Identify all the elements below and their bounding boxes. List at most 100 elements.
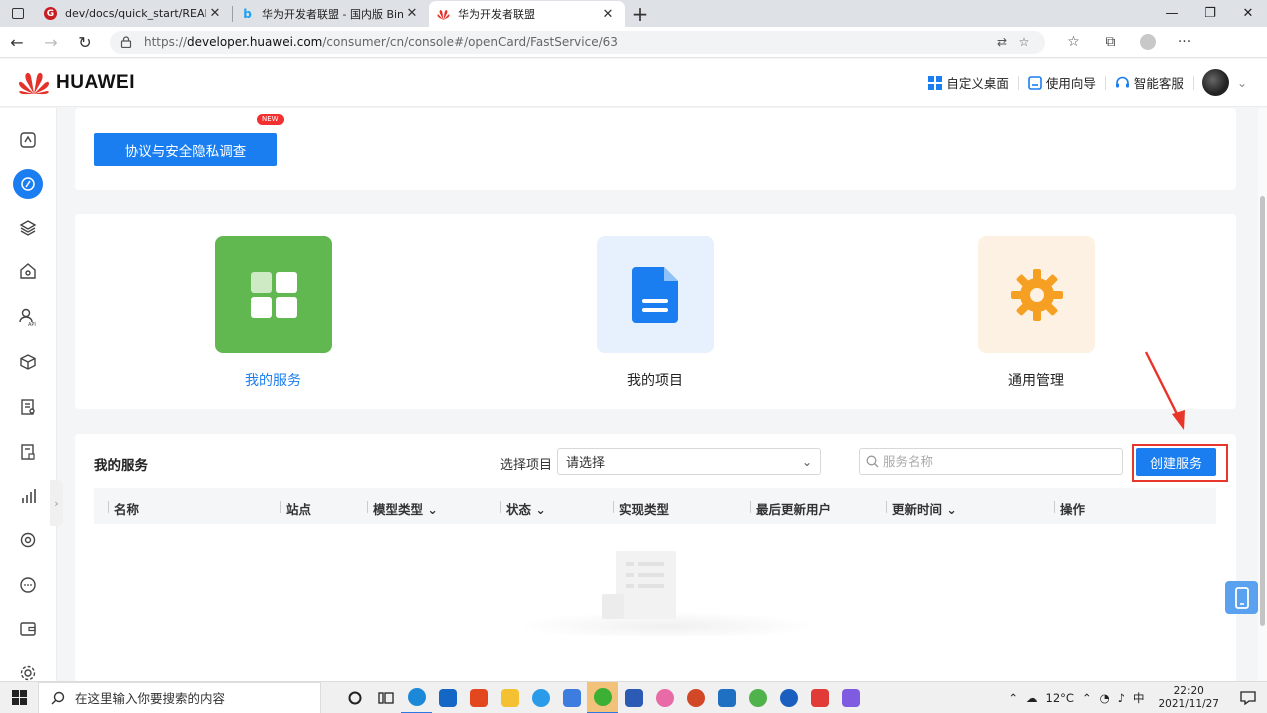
volume-icon[interactable]: ♪ [1114,691,1129,705]
wechat-icon[interactable] [587,681,618,713]
my-projects-tile[interactable] [597,236,714,353]
taskbar-clock[interactable]: 22:20 2021/11/27 [1148,685,1229,711]
scrollbar-thumb[interactable] [1260,196,1265,626]
sidebar-item-wallet[interactable] [16,617,40,641]
sidebar-item-services[interactable] [13,169,43,199]
sidebar-item-reports[interactable] [16,395,40,419]
cortana-icon[interactable] [339,682,370,713]
col-impl-type[interactable]: 实现类型 [613,499,669,518]
tab-close-icon[interactable]: ✕ [599,7,617,22]
service-search-input[interactable] [883,454,1103,469]
col-actions[interactable]: 操作 [1054,499,1085,518]
my-services-label[interactable]: 我的服务 [173,370,373,390]
chevron-down-icon[interactable]: ⌄ [1237,76,1247,90]
sidebar-item-home[interactable] [16,128,40,152]
wallet-icon [20,622,36,636]
browser-toolbar: ← → ↻ https://developer.huawei.com/consu… [0,27,1267,58]
close-window-icon[interactable]: ✕ [1229,0,1267,27]
col-name[interactable]: 名称 [108,499,139,518]
music-app-icon[interactable] [742,682,773,713]
favorite-star-icon[interactable]: ☆ [1013,35,1035,49]
browser-tab-huawei[interactable]: 华为开发者联盟 ✕ [429,1,625,27]
powerpoint-icon[interactable] [680,682,711,713]
tab-title: 华为开发者联盟 [458,8,535,21]
photos-icon[interactable] [711,682,742,713]
smart-service-link[interactable]: 智能客服 [1106,75,1194,91]
sidebar-item-hub[interactable] [16,259,40,283]
office-icon[interactable] [463,682,494,713]
col-last-user[interactable]: 最后更新用户 [750,499,831,518]
ie-icon[interactable] [525,682,556,713]
user-avatar[interactable] [1201,69,1229,96]
windows-start-icon[interactable] [0,690,38,705]
drive-icon[interactable] [556,682,587,713]
weather-icon[interactable]: ☁ [1022,691,1042,705]
col-model-type[interactable]: 模型类型 ⌄ [367,499,438,518]
grid-apps-icon [250,271,297,318]
headset-icon [1115,76,1130,90]
word-icon[interactable] [618,682,649,713]
service-search[interactable] [859,448,1123,475]
sidebar-item-api[interactable]: API [16,305,40,329]
weather-temp[interactable]: 12°C [1042,691,1078,705]
ime-icon[interactable]: 中 [1129,690,1149,706]
profile-icon[interactable] [1129,34,1166,50]
back-icon[interactable]: ← [0,27,34,58]
general-management-label[interactable]: 通用管理 [936,370,1136,390]
chevron-down-icon: ⌄ [801,454,812,469]
browser-tab-strip: G dev/docs/quick_start/README.m ✕ b 华为开发… [0,0,1267,27]
survey-button[interactable]: 协议与安全隐私调查 [94,133,277,166]
sidebar-item-package[interactable] [16,350,40,374]
mail-icon[interactable] [432,682,463,713]
browser-tab-gitee[interactable]: G dev/docs/quick_start/README.m ✕ [36,0,232,27]
huawei-logo[interactable]: HUAWEI [18,71,135,95]
notification-icon[interactable] [1229,690,1267,705]
url-prefix: https:// [144,35,188,49]
more-icon[interactable]: ··· [1166,34,1203,50]
forward-icon[interactable]: → [34,27,68,58]
tab-close-icon[interactable]: ✕ [403,6,421,21]
refresh-icon[interactable]: ↻ [68,27,102,58]
paint-icon[interactable] [649,682,680,713]
clock-date: 2021/11/27 [1158,697,1219,710]
floating-phone-button[interactable] [1225,581,1258,614]
phone-link-icon[interactable] [773,682,804,713]
edge-browser-icon[interactable] [401,682,432,713]
sidebar-item-support[interactable] [16,528,40,552]
taskbar-search[interactable]: 在这里输入你要搜索的内容 [38,681,321,713]
network-icon[interactable]: ◔ [1096,691,1114,705]
sidebar-item-analytics[interactable] [16,484,40,508]
col-status[interactable]: 状态 ⌄ [500,499,546,518]
general-management-tile[interactable] [978,236,1095,353]
new-tab-icon[interactable]: + [625,2,655,26]
my-services-tile[interactable] [215,236,332,353]
page-scrollbar[interactable] [1258,108,1267,681]
project-select[interactable]: 请选择 ⌄ [557,448,821,475]
url-path: /consumer/cn/console#/openCard/FastServi… [322,35,618,49]
favorites-icon[interactable]: ☆ [1055,34,1092,50]
tab-close-icon[interactable]: ✕ [206,6,224,21]
show-hidden-icon[interactable]: ⌃ [1078,691,1096,705]
restore-icon[interactable]: ❐ [1191,0,1229,27]
sidebar-item-messages[interactable] [16,573,40,597]
minimize-icon[interactable]: — [1153,0,1191,27]
sidebar-item-docs[interactable] [16,440,40,464]
tray-overflow-icon[interactable]: ⌃ [1004,691,1022,705]
sidebar-expand-toggle[interactable]: › [50,480,63,526]
editor-icon[interactable] [835,682,866,713]
tab-actions-menu-icon[interactable] [0,0,36,27]
browser-tab-bing[interactable]: b 华为开发者联盟 - 国内版 Bing ✕ [233,0,429,27]
wps-icon[interactable] [804,682,835,713]
col-site[interactable]: 站点 [280,499,311,518]
services-list-card: 我的服务 选择项目 请选择 ⌄ 创建服务 名称 站点 模型类型 ⌄ 状态 ⌄ 实… [75,434,1236,684]
file-explorer-icon[interactable] [494,682,525,713]
sidebar-item-layers[interactable] [16,216,40,240]
collections-icon[interactable]: ⧉ [1092,34,1129,50]
col-update-time[interactable]: 更新时间 ⌄ [886,499,957,518]
task-view-icon[interactable] [370,682,401,713]
address-bar[interactable]: https://developer.huawei.com/consumer/cn… [110,30,1045,54]
my-projects-label[interactable]: 我的项目 [555,370,755,390]
custom-desktop-link[interactable]: 自定义桌面 [919,75,1019,91]
guide-link[interactable]: 使用向导 [1019,75,1106,91]
translate-icon[interactable]: ⇄ [991,35,1013,49]
